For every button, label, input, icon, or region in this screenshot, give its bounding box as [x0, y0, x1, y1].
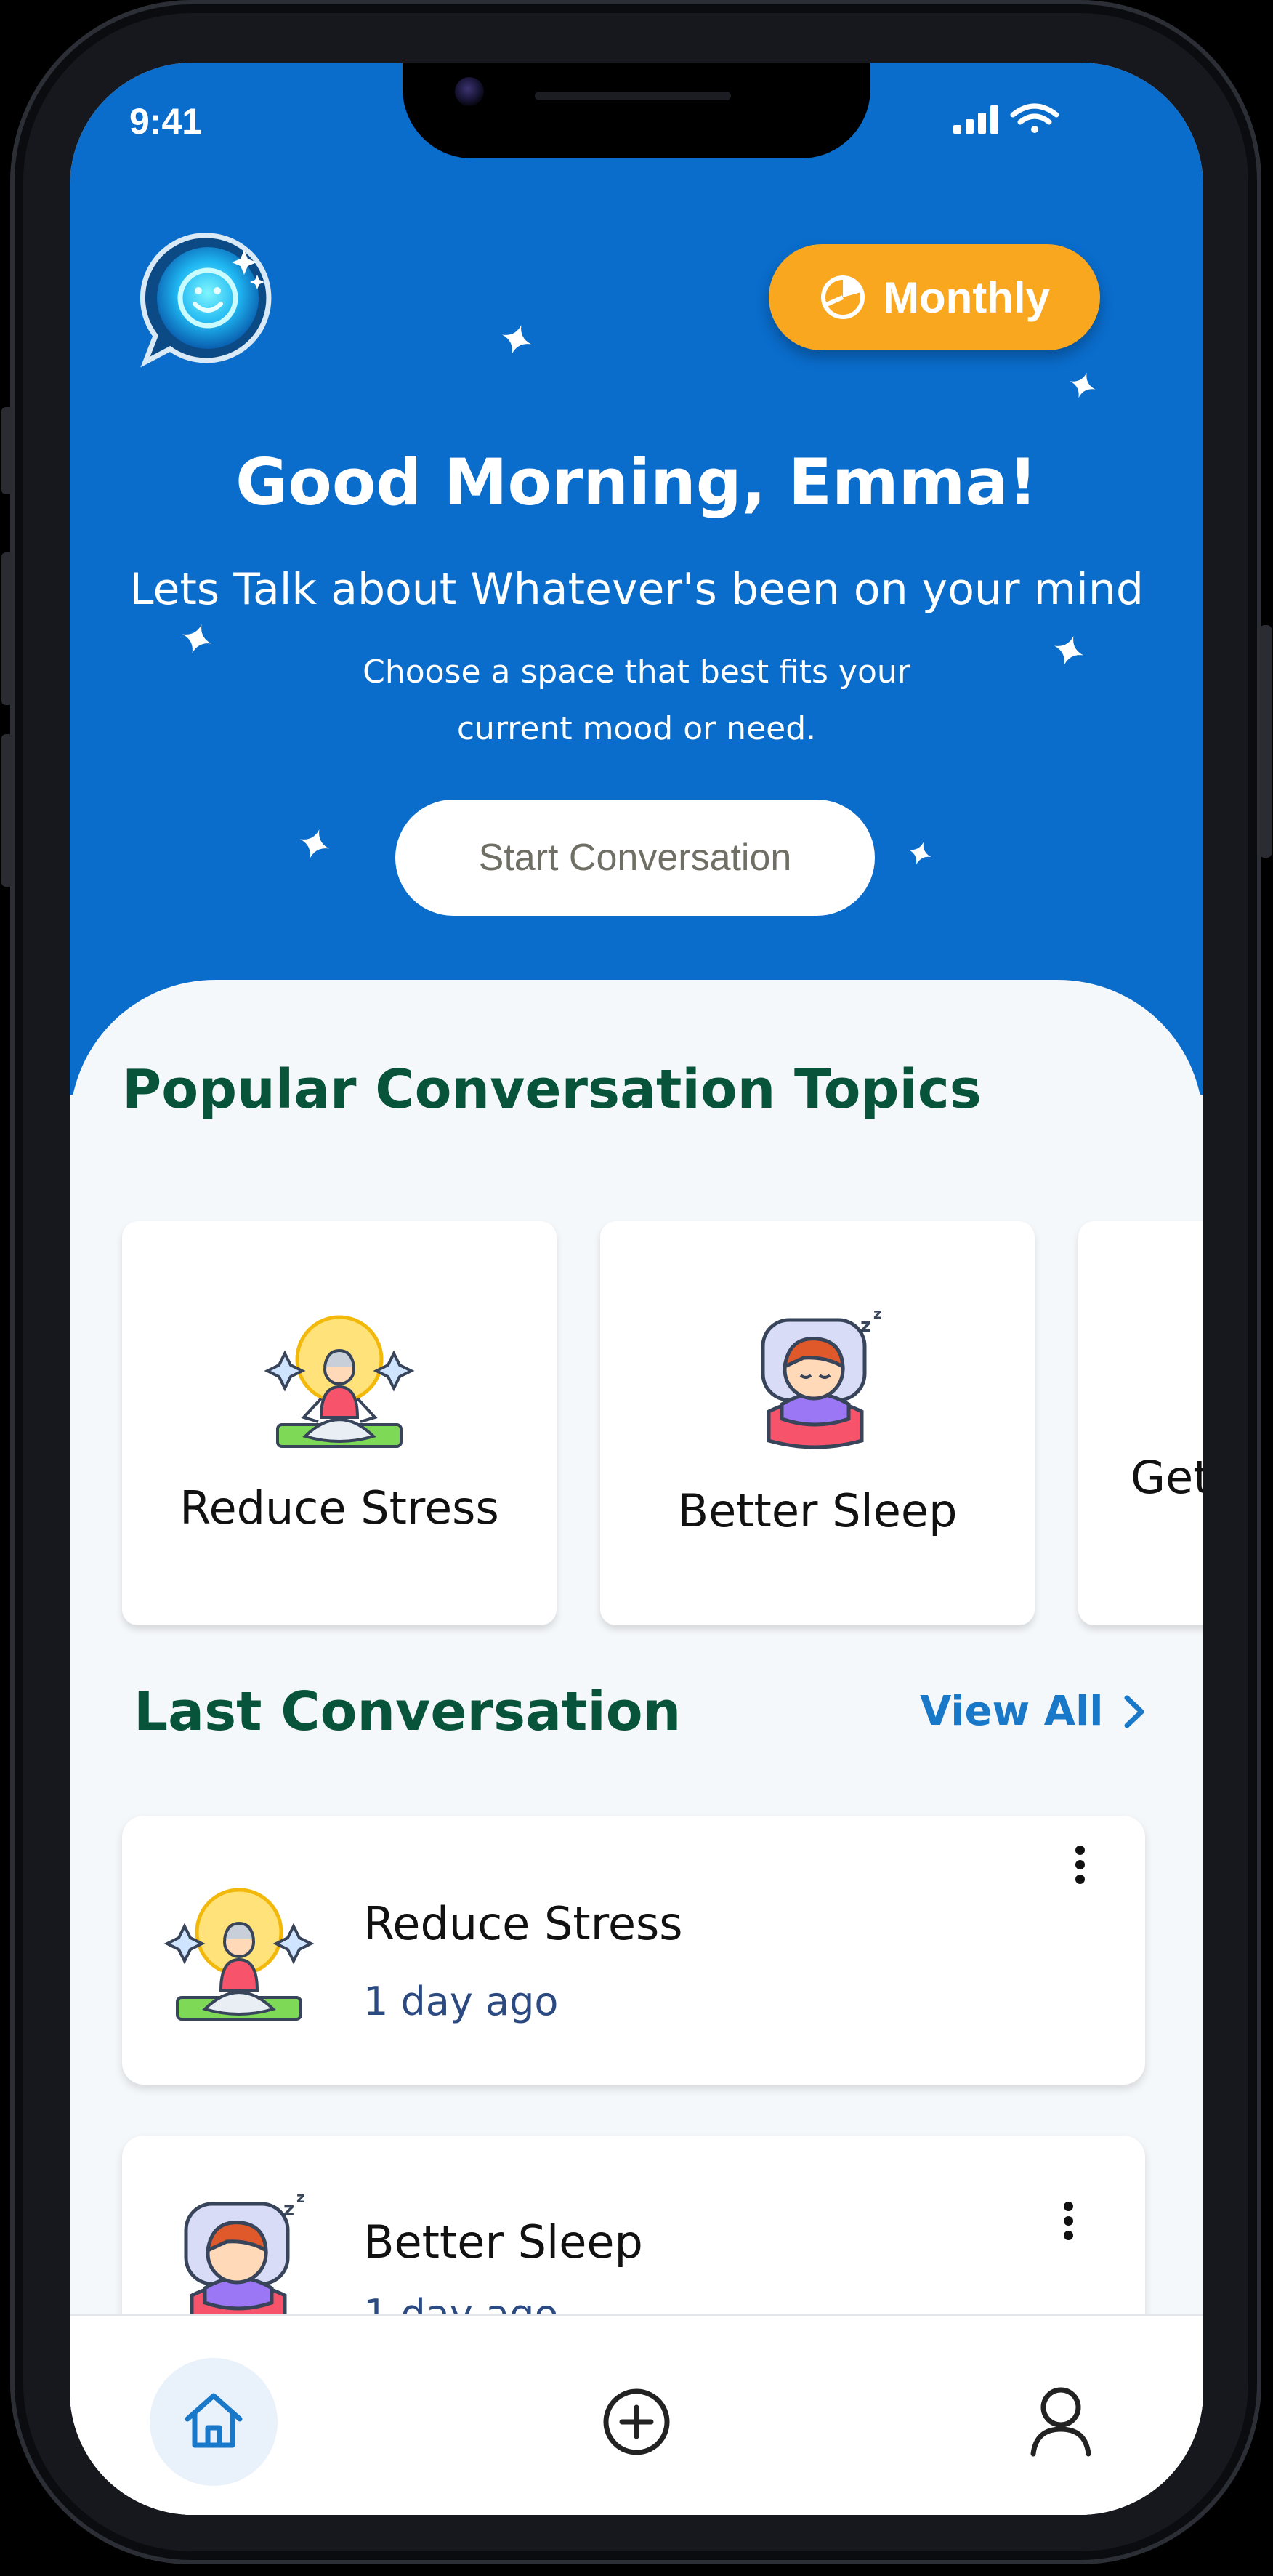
- user-icon: [1030, 2387, 1091, 2457]
- camera-icon: [455, 77, 484, 106]
- sparkle-icon: [1070, 372, 1096, 398]
- sparkle-icon: [502, 325, 531, 354]
- nav-profile-button[interactable]: [1026, 2383, 1096, 2458]
- power-button: [1260, 625, 1272, 858]
- conversation-title: Better Sleep: [363, 2215, 643, 2269]
- volume-up-button: [1, 552, 13, 705]
- monthly-plan-button[interactable]: Monthly: [769, 244, 1100, 350]
- wifi-icon: [1010, 103, 1059, 133]
- meditation-icon: [264, 1315, 415, 1448]
- view-all-label: View All: [920, 1688, 1104, 1735]
- status-time: 9:41: [129, 101, 203, 142]
- last-conversation-heading: Last Conversation: [134, 1681, 682, 1743]
- subtitle-text: Lets Talk about Whatever's been on your …: [129, 564, 1144, 615]
- topic-card-reduce-stress[interactable]: Reduce Stress: [122, 1221, 557, 1625]
- sleeping-icon: z z: [761, 1305, 882, 1449]
- nav-add-button[interactable]: [600, 2386, 673, 2458]
- volume-down-button: [1, 734, 13, 887]
- svg-text:z: z: [283, 2199, 294, 2221]
- topic-card-better-sleep[interactable]: z z Better Sleep: [600, 1221, 1035, 1625]
- bottom-navigation: [70, 2314, 1203, 2515]
- more-options-icon[interactable]: [1065, 1840, 1094, 1899]
- svg-text:z: z: [296, 2189, 305, 2206]
- status-icons: [953, 103, 1059, 134]
- topic-label: Better Sleep: [677, 1484, 958, 1537]
- sparkle-icon: [908, 842, 931, 865]
- sparkle-icon: [182, 624, 211, 653]
- sparkle-icon: [300, 829, 329, 858]
- app-screen: 9:41 Monthly Good Morning, Emma! Lets Ta…: [70, 63, 1203, 2515]
- cellular-signal-icon: [953, 105, 998, 134]
- mute-switch: [1, 407, 13, 494]
- svg-text:z: z: [860, 1315, 871, 1337]
- popular-topics-heading: Popular Conversation Topics: [122, 1058, 982, 1121]
- topic-label: Reduce Stress: [179, 1481, 499, 1534]
- conversation-card[interactable]: Reduce Stress 1 day ago: [122, 1816, 1145, 2085]
- pie-chart-icon: [821, 275, 865, 319]
- view-all-link[interactable]: View All: [920, 1688, 1147, 1735]
- more-options-icon[interactable]: [1054, 2197, 1083, 2255]
- start-conversation-button[interactable]: Start Conversation: [395, 800, 875, 916]
- plus-circle-icon: [603, 2388, 670, 2455]
- conversation-time: 1 day ago: [363, 1979, 559, 2024]
- sparkle-icon: [1054, 636, 1083, 665]
- topic-card-partial[interactable]: Get: [1078, 1221, 1203, 1625]
- nav-home-button[interactable]: [150, 2358, 278, 2486]
- speaker-grille: [535, 92, 731, 100]
- chevron-right-icon: [1124, 1695, 1144, 1728]
- monthly-plan-label: Monthly: [883, 273, 1050, 322]
- conversation-title: Reduce Stress: [363, 1897, 683, 1950]
- topic-label: Get: [1131, 1451, 1203, 1504]
- description-text: Choose a space that best fits your curre…: [363, 653, 910, 747]
- svg-text:z: z: [873, 1305, 882, 1322]
- home-icon: [185, 2393, 243, 2448]
- app-logo-icon: [140, 233, 272, 368]
- meditation-icon: [163, 1888, 315, 2021]
- greeting-heading: Good Morning, Emma!: [235, 445, 1038, 520]
